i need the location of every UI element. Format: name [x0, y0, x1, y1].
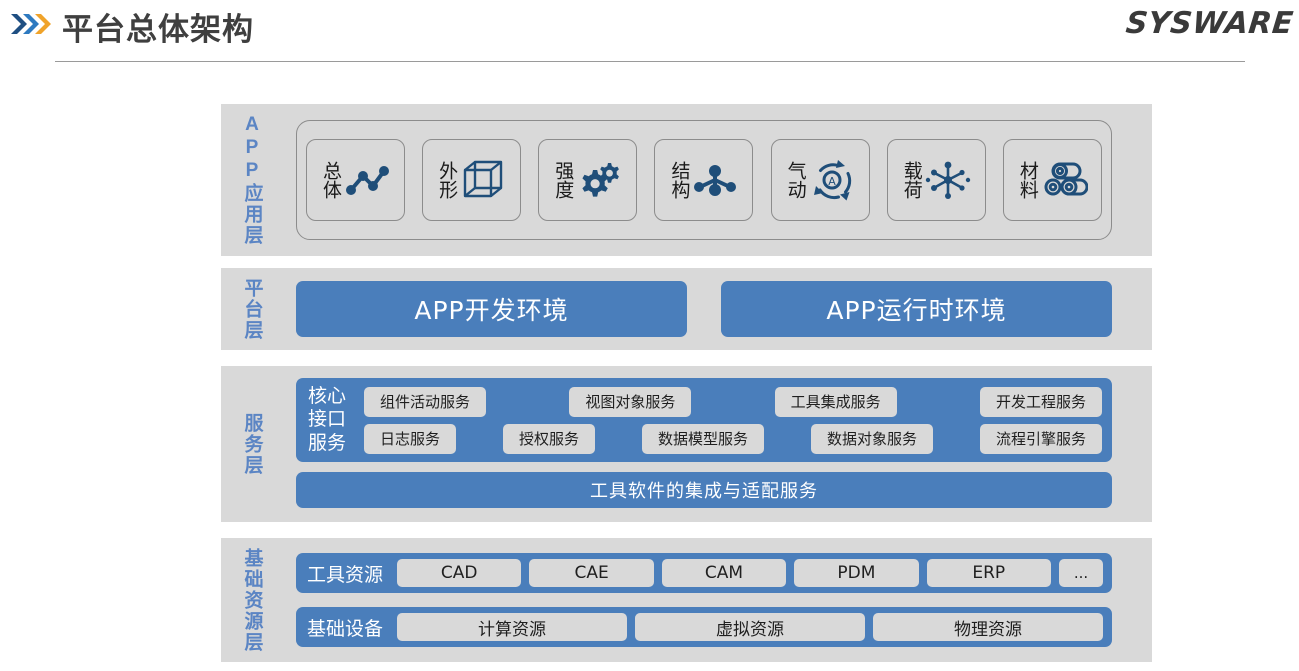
page-title: 平台总体架构 [62, 12, 254, 47]
service-core-label: 核心 接口 服务 [308, 385, 364, 455]
app-card-label: 结构 [668, 161, 691, 199]
layer-label-app: APP应用层 [235, 104, 269, 256]
app-card-load[interactable]: 载荷 [886, 139, 986, 221]
app-card-aerodynamics[interactable]: 气动 A [770, 139, 870, 221]
layer-app-body: 总体 外形 强度 结构 气动 A 载荷 材料 [296, 104, 1112, 256]
app-card-label: 外形 [436, 161, 459, 199]
layer-label-app-text: APP应用层 [241, 114, 263, 246]
service-chip-authorization[interactable]: 授权服务 [502, 423, 595, 454]
layer-infrastructure-body: 工具资源 CAD CAE CAM PDM ERP ... 基础设备 计算资源 虚… [296, 538, 1112, 662]
app-card-structure[interactable]: 结构 [654, 139, 754, 221]
service-integration-bar[interactable]: 工具软件的集成与适配服务 [296, 472, 1112, 508]
infra-devices-row: 基础设备 计算资源 虚拟资源 物理资源 [296, 607, 1112, 647]
load-star-icon [925, 161, 970, 199]
infra-chip-cad[interactable]: CAD [397, 559, 522, 587]
platform-box-container: APP开发环境 APP运行时环境 [296, 281, 1112, 337]
infra-tool-resources-row: 工具资源 CAD CAE CAM PDM ERP ... [296, 553, 1112, 593]
app-card-label: 气动 [784, 161, 807, 199]
gears-icon [582, 163, 620, 197]
service-chip-area: 组件活动服务 视图对象服务 工具集成服务 开发工程服务 日志服务 授权服务 数据… [364, 386, 1102, 454]
app-card-overall[interactable]: 总体 [306, 139, 405, 221]
service-chip-dev-engineering[interactable]: 开发工程服务 [979, 386, 1102, 417]
layer-label-service-text: 服务层 [241, 412, 263, 476]
material-rolls-icon [1044, 162, 1088, 196]
molecule-tree-icon [694, 165, 737, 196]
service-core-label-line: 接口 [308, 408, 347, 431]
layer-label-infrastructure: 基础资源层 [235, 538, 269, 662]
service-chip-row-1: 组件活动服务 视图对象服务 工具集成服务 开发工程服务 [364, 386, 1102, 417]
infra-chip-cae[interactable]: CAE [529, 559, 654, 587]
layer-label-infrastructure-text: 基础资源层 [241, 547, 263, 653]
service-chip-row-2: 日志服务 授权服务 数据模型服务 数据对象服务 流程引擎服务 [364, 423, 1102, 454]
layer-label-service: 服务层 [235, 366, 269, 522]
service-chip-component-activity[interactable]: 组件活动服务 [364, 386, 487, 417]
layer-label-platform: 平台层 [235, 268, 269, 350]
app-card-material[interactable]: 材料 [1002, 139, 1102, 221]
platform-box-dev-environment[interactable]: APP开发环境 [296, 281, 687, 337]
aero-cycle-icon: A [813, 160, 851, 201]
infra-chip-cam[interactable]: CAM [661, 559, 787, 587]
app-card-strength[interactable]: 强度 [538, 139, 638, 221]
service-chip-logging[interactable]: 日志服务 [364, 423, 457, 454]
page-header: 平台总体架构 SYSWARE [0, 0, 1299, 62]
service-chip-view-object[interactable]: 视图对象服务 [569, 386, 692, 417]
brand-logo: SYSWARE [1123, 6, 1295, 41]
infra-chip-physical-resource[interactable]: 物理资源 [873, 613, 1104, 641]
chevron-triple-icon [11, 14, 51, 34]
header-divider [55, 61, 1245, 62]
app-card-shape[interactable]: 外形 [422, 139, 522, 221]
infra-devices-title: 基础设备 [307, 617, 384, 640]
wireframe-cube-icon [463, 160, 503, 198]
service-core-label-line: 服务 [308, 431, 347, 454]
infra-chip-pdm[interactable]: PDM [794, 559, 919, 587]
infra-chip-erp[interactable]: ERP [926, 559, 1051, 587]
infra-chip-more[interactable]: ... [1058, 559, 1103, 587]
service-core-panel: 核心 接口 服务 组件活动服务 视图对象服务 工具集成服务 开发工程服务 日志服… [296, 378, 1112, 462]
service-chip-tool-integration[interactable]: 工具集成服务 [774, 386, 897, 417]
infra-tool-resources-title: 工具资源 [307, 563, 384, 586]
platform-box-runtime-environment[interactable]: APP运行时环境 [721, 281, 1112, 337]
service-core-label-line: 核心 [308, 384, 347, 407]
layer-service-body: 核心 接口 服务 组件活动服务 视图对象服务 工具集成服务 开发工程服务 日志服… [296, 366, 1112, 522]
infra-chip-compute-resource[interactable]: 计算资源 [397, 613, 628, 641]
layer-service: 服务层 核心 接口 服务 组件活动服务 视图对象服务 工具集成服务 开发工程服务… [221, 366, 1152, 522]
layer-infrastructure: 基础资源层 工具资源 CAD CAE CAM PDM ERP ... 基础设备 … [221, 538, 1152, 662]
app-card-label: 总体 [319, 161, 342, 199]
app-card-label: 强度 [552, 161, 575, 199]
network-nodes-icon [345, 166, 389, 195]
layer-app-application: APP应用层 总体 外形 强度 结构 气动 A 载荷 材料 [221, 104, 1152, 256]
infra-chip-virtual-resource[interactable]: 虚拟资源 [635, 613, 866, 641]
app-card-label: 材料 [1016, 161, 1039, 199]
layer-platform: 平台层 APP开发环境 APP运行时环境 [221, 268, 1152, 350]
svg-text:A: A [828, 175, 836, 188]
layer-platform-body: APP开发环境 APP运行时环境 [296, 268, 1112, 350]
service-chip-data-model[interactable]: 数据模型服务 [641, 423, 764, 454]
layer-label-platform-text: 平台层 [241, 277, 263, 341]
app-card-label: 载荷 [900, 161, 923, 199]
app-card-container: 总体 外形 强度 结构 气动 A 载荷 材料 [296, 120, 1112, 240]
service-chip-workflow-engine[interactable]: 流程引擎服务 [979, 423, 1102, 454]
service-chip-data-object[interactable]: 数据对象服务 [810, 423, 933, 454]
